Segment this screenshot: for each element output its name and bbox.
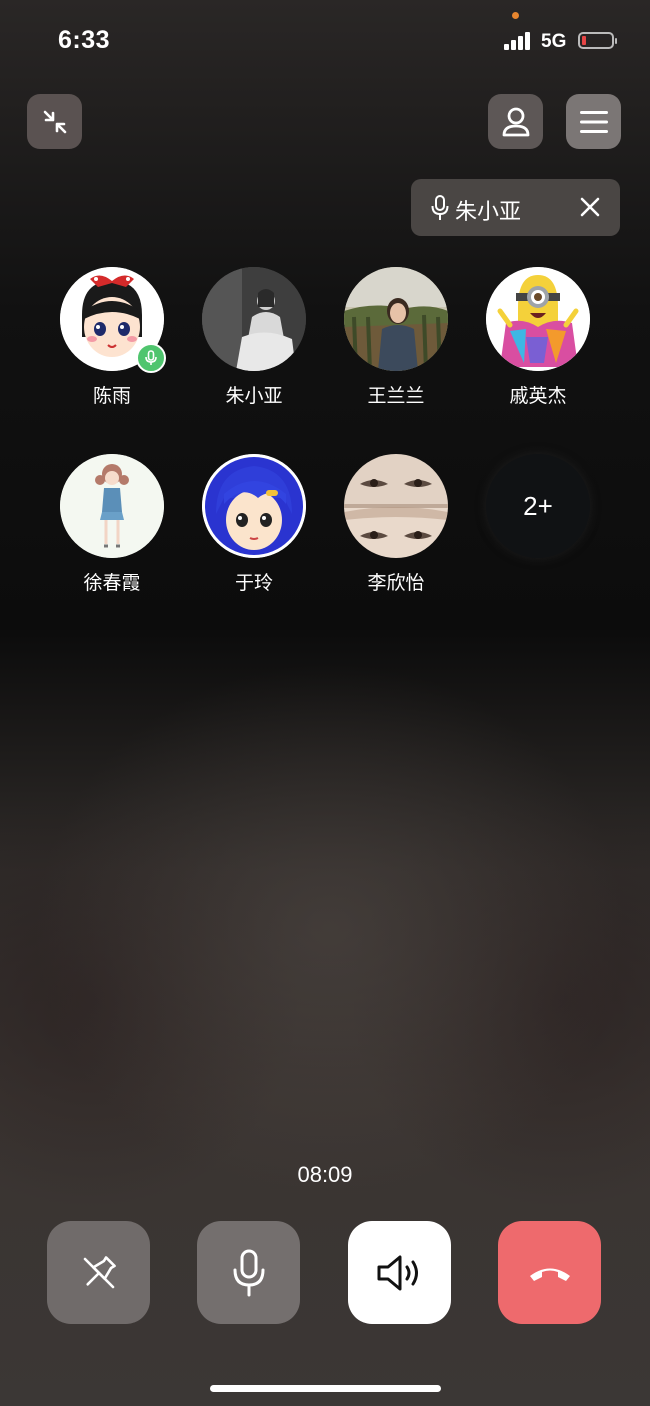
hang-up-button[interactable]: [498, 1221, 601, 1324]
participant-tile[interactable]: 王兰兰: [326, 267, 466, 408]
minimize-button[interactable]: [27, 94, 82, 149]
participant-tile[interactable]: 陈雨: [42, 267, 182, 408]
microphone-icon: [233, 1249, 264, 1296]
participant-tile[interactable]: 于玲: [184, 454, 324, 595]
pin-toggle-button[interactable]: [47, 1221, 150, 1324]
microphone-icon: [145, 350, 157, 365]
avatar: [486, 267, 590, 371]
participant-tile[interactable]: 徐春霞: [42, 454, 182, 595]
more-participants-button[interactable]: 2+: [468, 454, 608, 558]
speaker-icon: [377, 1255, 418, 1290]
network-type: 5G: [541, 31, 567, 52]
participant-name: 于玲: [234, 573, 273, 594]
participant-name: 徐春霞: [83, 573, 141, 594]
status-time: 6:33: [58, 26, 111, 54]
signal-icon: [504, 32, 532, 50]
call-timer: 08:09: [297, 1162, 353, 1187]
avatar: [344, 454, 448, 558]
status-bar: 6:33 5G: [0, 0, 650, 80]
avatar: [202, 267, 306, 371]
more-participants-count: 2+: [486, 454, 590, 558]
pin-off-icon: [83, 1255, 116, 1288]
participant-name: 戚英杰: [509, 386, 567, 407]
avatar: [202, 454, 306, 558]
minimize-arrows-icon: [43, 110, 66, 133]
menu-button[interactable]: [566, 94, 621, 149]
person-icon: [502, 107, 529, 136]
contacts-button[interactable]: [488, 94, 543, 149]
close-icon[interactable]: [578, 195, 602, 219]
speaking-participant-name: 朱小亚: [455, 199, 522, 224]
speaker-button[interactable]: [348, 1221, 451, 1324]
speaking-indicator: 朱小亚: [411, 179, 620, 236]
participant-name: 朱小亚: [225, 386, 283, 407]
battery-icon: [578, 32, 617, 49]
privacy-indicator-dot: [512, 12, 519, 19]
participant-name: 李欣怡: [367, 573, 425, 594]
microphone-button[interactable]: [197, 1221, 300, 1324]
participant-tile[interactable]: 李欣怡: [326, 454, 466, 595]
avatar: [60, 454, 164, 558]
participant-tile[interactable]: 朱小亚: [184, 267, 324, 408]
speaking-mic-badge: [136, 343, 166, 373]
hamburger-menu-icon: [579, 110, 608, 133]
microphone-icon: [431, 195, 449, 220]
phone-hangup-icon: [529, 1268, 570, 1281]
participant-name: 王兰兰: [367, 386, 425, 407]
home-indicator[interactable]: [210, 1385, 441, 1392]
avatar: [344, 267, 448, 371]
participant-name: 陈雨: [92, 386, 131, 407]
participant-tile[interactable]: 戚英杰: [468, 267, 608, 408]
